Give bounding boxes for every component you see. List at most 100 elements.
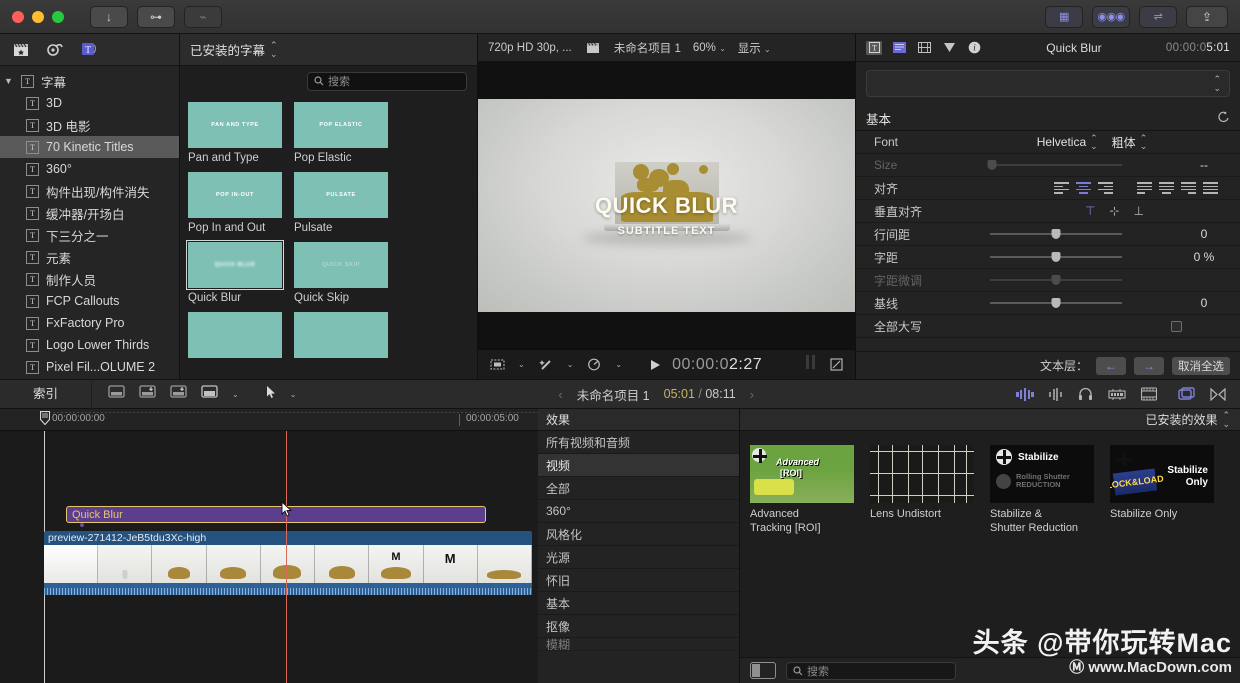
- title-thumbnail[interactable]: QUICK BLUR: [186, 240, 284, 290]
- size-value[interactable]: --: [1168, 158, 1240, 172]
- sidebar-item-elements[interactable]: T 元素: [0, 246, 179, 268]
- audio-effects-icon[interactable]: [46, 41, 64, 59]
- chevron-down-icon[interactable]: ⌄: [290, 390, 297, 399]
- line-spacing-slider[interactable]: [990, 229, 1122, 239]
- effect-thumbnail[interactable]: Advanced [ROI]: [750, 445, 854, 503]
- sidebar-item-pixel-film-volume-2[interactable]: T Pixel Fil...OLUME 2: [0, 356, 179, 378]
- tracking-slider[interactable]: [990, 252, 1122, 262]
- sidebar-item-bumper-opener[interactable]: T 缓冲器/开场白: [0, 202, 179, 224]
- valign-bottom-button[interactable]: ⊥: [1134, 204, 1144, 218]
- timeline-index-filmstrip-icon[interactable]: [1141, 387, 1157, 401]
- timeline-video-clip[interactable]: preview-271412-JeB5tdu3Xc-high M M: [44, 531, 532, 595]
- justify-left-button[interactable]: [1137, 182, 1152, 194]
- keyword-button[interactable]: ⊶: [137, 5, 175, 28]
- title-card-pulsate[interactable]: PULSATE Pulsate: [294, 172, 388, 242]
- titles-icon[interactable]: T: [80, 41, 98, 59]
- align-right-button[interactable]: [1098, 182, 1113, 194]
- audio-skimming-icon[interactable]: [1016, 387, 1034, 401]
- minimize-button[interactable]: [32, 10, 44, 23]
- disclosure-triangle-icon[interactable]: ▼: [4, 76, 14, 86]
- fit-view-icon[interactable]: [488, 356, 506, 374]
- sidebar-item-fxfactory-pro[interactable]: T FxFactory Pro: [0, 312, 179, 334]
- title-card-pop-in-and-out[interactable]: POP IN-OUT Pop In and Out: [188, 172, 282, 242]
- title-thumbnail[interactable]: [294, 312, 388, 358]
- connect-edit-icon[interactable]: [170, 384, 188, 404]
- audio-meters-icon[interactable]: [1108, 388, 1126, 401]
- sidebar-item-titles-root[interactable]: ▼ T 字幕: [0, 70, 179, 92]
- effects-search-input[interactable]: 搜索: [786, 661, 956, 680]
- chevron-updown-icon[interactable]: ⌃ ⌄: [270, 41, 278, 58]
- deselect-all-button[interactable]: 取消全选: [1172, 356, 1230, 375]
- justify-full-button[interactable]: [1203, 182, 1218, 194]
- effects-category-stylize[interactable]: 风格化: [538, 523, 739, 546]
- justify-right-button[interactable]: [1181, 182, 1196, 194]
- share-button[interactable]: ⇪: [1186, 5, 1228, 28]
- effects-category-blur[interactable]: 模糊: [538, 638, 739, 651]
- append-edit-icon[interactable]: [108, 384, 126, 404]
- title-thumbnail[interactable]: POP IN-OUT: [188, 172, 282, 218]
- title-thumbnail[interactable]: PAN AND TYPE: [188, 102, 282, 148]
- sidebar-item-build-in-out[interactable]: T 构件出现/构件消失: [0, 180, 179, 202]
- audio-inspector-tab[interactable]: [941, 41, 957, 55]
- title-thumbnail[interactable]: [188, 312, 282, 358]
- effect-thumbnail[interactable]: [870, 445, 974, 503]
- font-family-popup[interactable]: Helvetica ⌃ ⌄: [1037, 133, 1098, 150]
- effects-category-video[interactable]: 视频: [538, 454, 739, 477]
- effects-category-basics[interactable]: 基本: [538, 592, 739, 615]
- effects-category-keying[interactable]: 抠像: [538, 615, 739, 638]
- skimming-icon[interactable]: [1049, 387, 1063, 401]
- effect-thumbnail[interactable]: Stabilize Rolling Shutter REDUCTION: [990, 445, 1094, 503]
- playback-quality-icon[interactable]: [585, 356, 603, 374]
- sidebar-item-fcp-callouts[interactable]: T FCP Callouts: [0, 290, 179, 312]
- title-card-quick-blur[interactable]: QUICK BLUR Quick Blur: [186, 240, 284, 312]
- color-board-toggle-button[interactable]: ◉◉◉: [1092, 5, 1130, 28]
- align-center-button[interactable]: [1076, 182, 1091, 194]
- effects-category-all[interactable]: 全部: [538, 477, 739, 500]
- next-project-button[interactable]: ›: [750, 387, 754, 402]
- toggle-effects-sidebar-button[interactable]: [750, 662, 776, 679]
- size-slider[interactable]: [987, 160, 1122, 170]
- inspector-toggle-button[interactable]: ⇌: [1139, 5, 1177, 28]
- analyze-button[interactable]: ⌁: [184, 5, 222, 28]
- sidebar-item-logo-lower-thirds[interactable]: T Logo Lower Thirds: [0, 334, 179, 356]
- chevron-down-icon[interactable]: ⌄: [615, 360, 622, 369]
- browser-title-popup[interactable]: 已安装的字幕 ⌃ ⌄: [190, 40, 278, 59]
- valign-top-button[interactable]: ⊤: [1085, 204, 1095, 218]
- viewer-canvas[interactable]: QUICK BLUR SUBTITLE TEXT: [478, 62, 855, 349]
- title-thumbnail[interactable]: QUICK SKIP: [294, 242, 388, 288]
- timeline-tracks[interactable]: Quick Blur preview-271412-JeB5tdu3Xc-hig…: [0, 431, 538, 683]
- effects-category-looks[interactable]: 怀旧: [538, 569, 739, 592]
- title-thumbnail[interactable]: POP ELASTIC: [294, 102, 388, 148]
- timeline-title-clip[interactable]: Quick Blur: [66, 506, 486, 523]
- clapboard-icon[interactable]: [12, 41, 30, 59]
- chevron-down-icon[interactable]: ⌄: [232, 390, 239, 399]
- title-card-next-row-2[interactable]: [294, 312, 388, 358]
- viewer-zoom-popup[interactable]: 60% ⌄: [693, 42, 726, 54]
- text-inspector-tab[interactable]: T: [866, 40, 882, 55]
- effect-card-advanced-tracking-roi[interactable]: Advanced [ROI] Advanced Tracking [ROI]: [750, 445, 854, 536]
- title-card-next-row-1[interactable]: [188, 312, 282, 358]
- viewer-display-popup[interactable]: 显示 ⌄: [738, 40, 771, 56]
- effects-category-360[interactable]: 360°: [538, 500, 739, 523]
- all-caps-checkbox[interactable]: [1171, 320, 1182, 332]
- clip-appearance-icon[interactable]: [1178, 387, 1195, 401]
- insert-edit-icon[interactable]: [139, 384, 157, 404]
- reset-icon[interactable]: [1217, 111, 1230, 126]
- title-card-pan-and-type[interactable]: PAN AND TYPE Pan and Type: [188, 102, 282, 172]
- sidebar-item-360[interactable]: T 360°: [0, 158, 179, 180]
- effects-category-light[interactable]: 光源: [538, 546, 739, 569]
- align-left-button[interactable]: [1054, 182, 1069, 194]
- timeline-panel[interactable]: 00:00:00:00 00:00:05:00 Quick Blur previ…: [0, 409, 538, 683]
- titles-grid[interactable]: PAN AND TYPE Pan and Type POP ELASTIC Po…: [180, 96, 477, 379]
- justify-center-button[interactable]: [1159, 182, 1174, 194]
- tracking-value[interactable]: 0 %: [1168, 250, 1240, 264]
- title-inspector-tab[interactable]: [891, 41, 907, 55]
- effects-category-all-video-audio[interactable]: 所有视频和音频: [538, 431, 739, 454]
- chevron-down-icon[interactable]: ⌄: [567, 360, 574, 369]
- maximize-button[interactable]: [52, 10, 64, 23]
- select-tool-icon[interactable]: [266, 385, 277, 404]
- preset-popup[interactable]: ⌃ ⌄: [866, 70, 1230, 97]
- overwrite-edit-icon[interactable]: [201, 384, 219, 404]
- line-spacing-value[interactable]: 0: [1168, 227, 1240, 241]
- timeline-ruler[interactable]: 00:00:00:00 00:00:05:00: [0, 409, 538, 431]
